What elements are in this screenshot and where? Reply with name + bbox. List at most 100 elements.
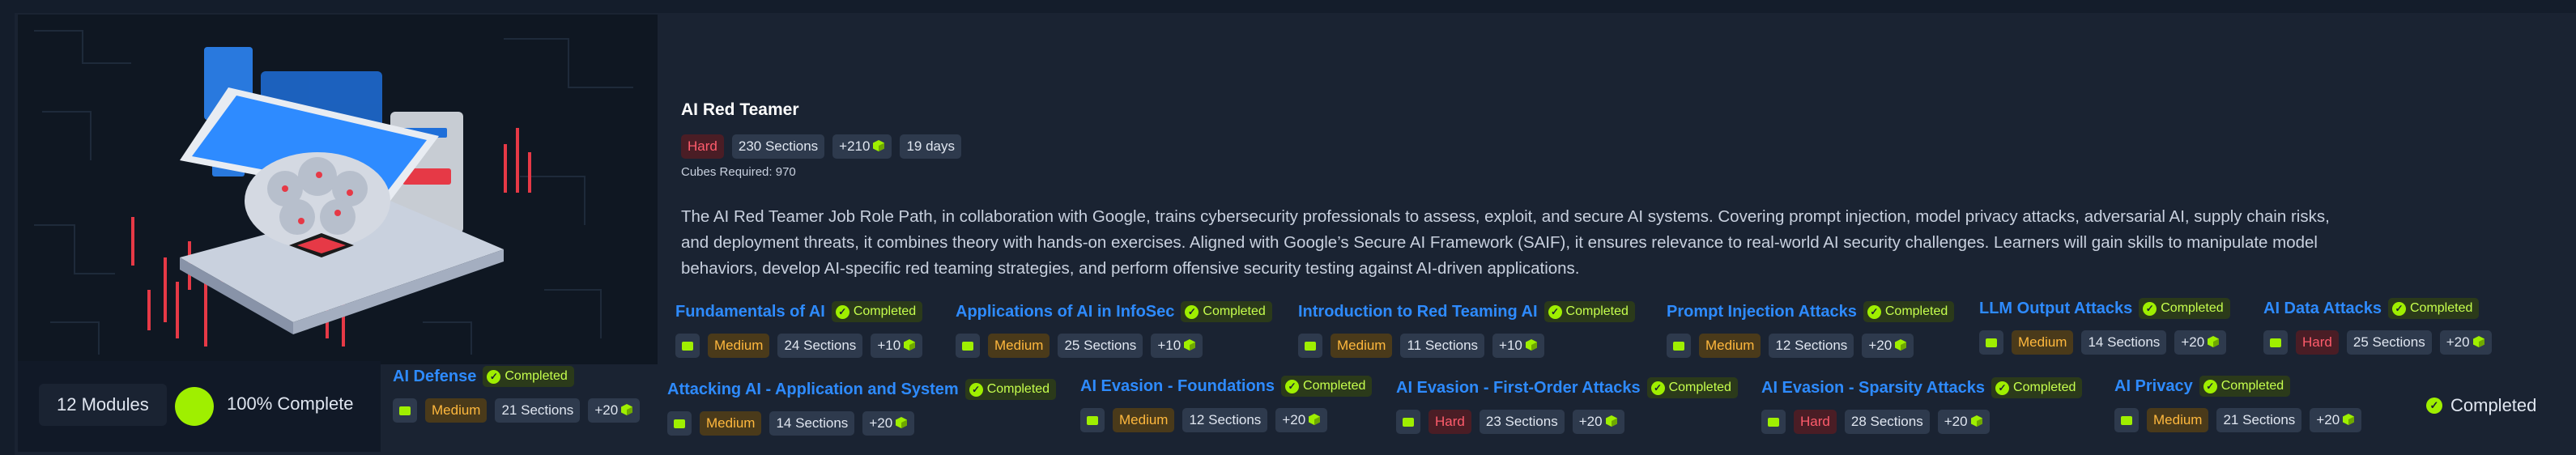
sections-count: 14 Sections xyxy=(2081,330,2167,355)
completed-label: Completed xyxy=(1203,304,1266,318)
module-card[interactable]: Introduction to Red Teaming AI ✓ Complet… xyxy=(1298,301,1635,358)
module-title[interactable]: AI Privacy xyxy=(2114,377,2193,396)
module-icon xyxy=(1667,334,1691,358)
module-card[interactable]: AI Privacy ✓ Completed Medium 21 Section… xyxy=(2114,376,2362,432)
cubes-reward: +20 xyxy=(2310,408,2362,432)
sections-count: 12 Sections xyxy=(1769,334,1854,358)
module-tags: Medium 25 Sections +10 xyxy=(956,334,1272,358)
module-icon xyxy=(1396,410,1420,434)
checkmark-icon: ✓ xyxy=(2203,379,2217,393)
module-tags: Hard 25 Sections +20 xyxy=(2263,330,2492,355)
module-tags: Medium 24 Sections +10 xyxy=(675,334,923,358)
module-header: AI Evasion - Foundations ✓ Completed xyxy=(1080,376,1373,397)
cubes-reward: +20 xyxy=(2174,330,2227,355)
sections-count: 21 Sections xyxy=(495,398,581,423)
difficulty-badge: Hard xyxy=(681,134,724,159)
path-completed-status: ✓ Completed xyxy=(2426,395,2536,416)
module-title[interactable]: Fundamentals of AI xyxy=(675,303,825,321)
completed-label: Completed xyxy=(505,369,568,383)
module-icon xyxy=(675,334,700,358)
path-tags: Hard 230 Sections +210 19 days xyxy=(681,134,961,159)
difficulty-badge: Medium xyxy=(425,398,488,423)
module-card[interactable]: Applications of AI in InfoSec ✓ Complete… xyxy=(956,301,1272,358)
cubes-reward: +20 xyxy=(2439,330,2492,355)
module-icon xyxy=(1080,408,1105,432)
cubes-reward: +20 xyxy=(1572,410,1624,434)
module-icon xyxy=(1298,334,1322,358)
module-title[interactable]: AI Evasion - Sparsity Attacks xyxy=(1761,379,1985,398)
module-card[interactable]: AI Defense ✓ Completed Medium 21 Section… xyxy=(393,366,641,423)
cubes-reward: +20 xyxy=(1937,410,1990,434)
cube-icon xyxy=(621,404,633,415)
completed-badge: ✓ Completed xyxy=(831,301,923,322)
checkmark-icon: ✓ xyxy=(1185,304,1199,319)
module-title[interactable]: AI Data Attacks xyxy=(2263,300,2382,318)
difficulty-badge: Hard xyxy=(1794,410,1837,434)
sections-count: 11 Sections xyxy=(1400,334,1485,358)
sections-count: 14 Sections xyxy=(769,411,855,436)
completed-badge: ✓ Completed xyxy=(2387,298,2480,319)
module-card[interactable]: LLM Output Attacks ✓ Completed Medium 14… xyxy=(1979,298,2230,355)
checkmark-icon: ✓ xyxy=(1867,304,1881,319)
module-title[interactable]: LLM Output Attacks xyxy=(1979,300,2132,318)
sections-count: 23 Sections xyxy=(1479,410,1565,434)
module-header: AI Defense ✓ Completed xyxy=(393,366,640,387)
completed-badge: ✓ Completed xyxy=(964,379,1057,400)
cubes-reward: +10 xyxy=(1492,334,1544,358)
cubes-reward: +10 xyxy=(1151,334,1203,358)
module-title[interactable]: AI Evasion - Foundations xyxy=(1080,377,1275,396)
path-title[interactable]: AI Red Teamer xyxy=(681,100,799,120)
module-card[interactable]: Prompt Injection Attacks ✓ Completed Med… xyxy=(1667,301,1955,358)
module-tags: Medium 21 Sections +20 xyxy=(2114,408,2362,432)
module-card[interactable]: AI Evasion - Foundations ✓ Completed Med… xyxy=(1080,376,1373,432)
module-header: Introduction to Red Teaming AI ✓ Complet… xyxy=(1298,301,1635,322)
difficulty-badge: Hard xyxy=(2296,330,2339,355)
cubes-reward: +20 xyxy=(862,411,915,436)
progress-label: 100% Complete xyxy=(227,393,354,414)
module-card[interactable]: Fundamentals of AI ✓ Completed Medium 24… xyxy=(675,301,923,358)
completed-badge: ✓ Completed xyxy=(1991,377,2083,398)
checkmark-icon: ✓ xyxy=(835,304,849,319)
module-tags: Hard 28 Sections +20 xyxy=(1761,410,2082,434)
difficulty-badge: Medium xyxy=(2147,408,2209,432)
completed-badge: ✓ Completed xyxy=(1181,301,1272,322)
checkmark-icon: ✓ xyxy=(1285,379,1300,393)
completed-label: Completed xyxy=(1884,304,1948,318)
module-title[interactable]: Prompt Injection Attacks xyxy=(1667,303,1857,321)
completed-badge: ✓ Completed xyxy=(483,366,574,387)
module-icon xyxy=(1979,330,2003,355)
module-icon xyxy=(393,398,417,423)
completed-label: Completed xyxy=(986,382,1050,396)
module-title[interactable]: Applications of AI in InfoSec xyxy=(956,303,1174,321)
checkmark-icon: ✓ xyxy=(2391,301,2406,316)
cubes-reward: +20 xyxy=(1275,408,1328,432)
duration: 19 days xyxy=(900,134,961,159)
cube-icon xyxy=(2343,414,2355,425)
module-title[interactable]: Attacking AI - Application and System xyxy=(667,381,959,399)
module-card[interactable]: AI Evasion - Sparsity Attacks ✓ Complete… xyxy=(1761,377,2083,434)
checkmark-icon: ✓ xyxy=(1548,304,1562,319)
checkmark-icon: ✓ xyxy=(2426,398,2442,414)
module-icon xyxy=(956,334,980,358)
completed-badge: ✓ Completed xyxy=(1646,377,1738,398)
sections-count: 21 Sections xyxy=(2216,408,2302,432)
module-header: AI Data Attacks ✓ Completed xyxy=(2263,298,2492,319)
module-card[interactable]: AI Data Attacks ✓ Completed Hard 25 Sect… xyxy=(2263,298,2492,355)
cube-icon xyxy=(1970,415,1982,427)
sections-count: 24 Sections xyxy=(777,334,863,358)
module-header: Attacking AI - Application and System ✓ … xyxy=(667,379,1057,400)
cubes-reward: +10 xyxy=(871,334,923,358)
module-card[interactable]: AI Evasion - First-Order Attacks ✓ Compl… xyxy=(1396,377,1738,434)
cube-icon xyxy=(1309,414,1321,425)
checkmark-icon: ✓ xyxy=(1650,381,1665,395)
module-card[interactable]: Attacking AI - Application and System ✓ … xyxy=(667,379,1057,436)
cube-icon xyxy=(873,140,885,151)
difficulty-badge: Medium xyxy=(988,334,1050,358)
checkmark-icon: ✓ xyxy=(1995,381,2010,395)
module-title[interactable]: Introduction to Red Teaming AI xyxy=(1298,303,1538,321)
module-title[interactable]: AI Defense xyxy=(393,368,476,386)
completed-label: Completed xyxy=(2450,395,2537,415)
module-title[interactable]: AI Evasion - First-Order Attacks xyxy=(1396,379,1641,398)
difficulty-badge: Medium xyxy=(2012,330,2074,355)
completed-badge: ✓ Completed xyxy=(2139,298,2230,319)
